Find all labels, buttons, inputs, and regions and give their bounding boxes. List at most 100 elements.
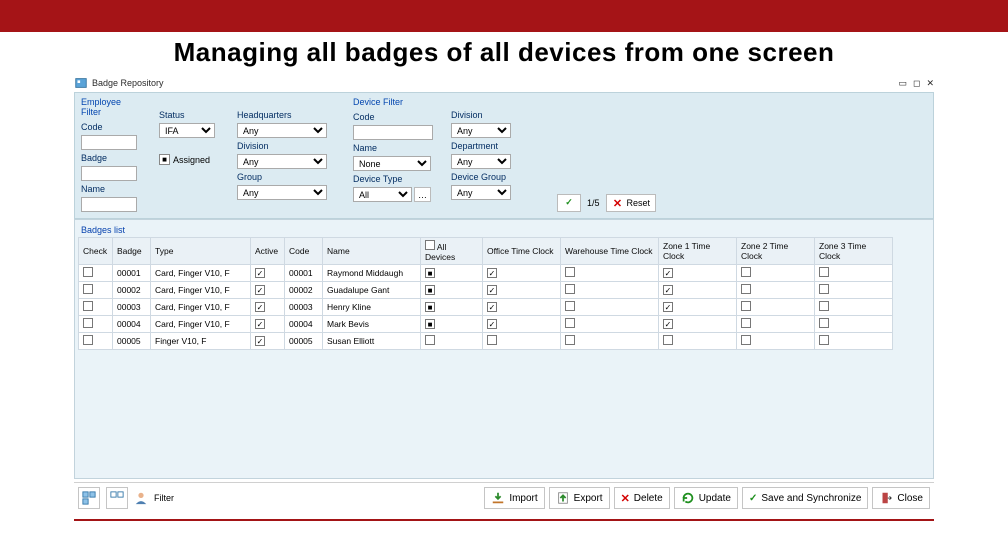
dev-div-select[interactable]: Any — [451, 123, 511, 138]
table-row[interactable]: 00004Card, Finger V10, F00004Mark Bevis■ — [79, 316, 893, 333]
col-all-devices[interactable]: All Devices — [421, 238, 483, 265]
slide-title: Managing all badges of all devices from … — [0, 37, 1008, 68]
cell-checkbox[interactable] — [663, 268, 673, 278]
cell-checkbox[interactable] — [487, 319, 497, 329]
table-row[interactable]: 00002Card, Finger V10, F00002Guadalupe G… — [79, 282, 893, 299]
col-check[interactable]: Check — [79, 238, 113, 265]
cell-checkbox[interactable] — [487, 335, 497, 345]
import-button[interactable]: Import — [484, 487, 544, 509]
cell-checkbox[interactable] — [819, 267, 829, 277]
cell-checkbox[interactable] — [255, 336, 265, 346]
all-dev-rowbox[interactable] — [425, 335, 435, 345]
cell-checkbox[interactable] — [255, 302, 265, 312]
cell-checkbox[interactable] — [83, 284, 93, 294]
all-dev-rowbox[interactable]: ■ — [425, 285, 435, 295]
reset-button[interactable]: ✕Reset — [606, 194, 657, 212]
col-d4[interactable]: Zone 2 Time Clock — [737, 238, 815, 265]
col-d1[interactable]: Office Time Clock — [483, 238, 561, 265]
cell-checkbox[interactable] — [83, 301, 93, 311]
cell-checkbox[interactable] — [565, 267, 575, 277]
filter-counter: 1/5 — [587, 198, 600, 208]
col-code[interactable]: Code — [285, 238, 323, 265]
table-row[interactable]: 00001Card, Finger V10, F00001Raymond Mid… — [79, 265, 893, 282]
col-type[interactable]: Type — [151, 238, 251, 265]
department-select[interactable]: Any — [451, 154, 511, 169]
cell-checkbox[interactable] — [255, 268, 265, 278]
col-name[interactable]: Name — [323, 238, 421, 265]
badges-list-label: Badges list — [78, 223, 930, 237]
code-label: Code — [81, 122, 139, 132]
device-code-input[interactable] — [353, 125, 433, 140]
assigned-checkbox[interactable]: ■ — [159, 154, 170, 165]
cell-checkbox[interactable] — [663, 285, 673, 295]
cell-checkbox[interactable] — [565, 335, 575, 345]
device-group-select[interactable]: Any — [451, 185, 511, 200]
x-icon: ✕ — [612, 197, 624, 209]
cell-checkbox[interactable] — [83, 318, 93, 328]
code-input[interactable] — [81, 135, 137, 150]
headquarters-select[interactable]: Any — [237, 123, 327, 138]
close-icon[interactable]: ✕ — [926, 78, 934, 89]
save-icon: ✓ — [749, 493, 757, 504]
cell-checkbox[interactable] — [819, 301, 829, 311]
cell-checkbox[interactable] — [565, 301, 575, 311]
save-sync-button[interactable]: ✓Save and Synchronize — [742, 487, 868, 509]
minimize-icon[interactable]: ▭ — [898, 78, 907, 89]
cell-checkbox[interactable] — [487, 302, 497, 312]
cell-checkbox[interactable] — [741, 335, 751, 345]
dev-name-select[interactable]: None — [353, 156, 431, 171]
update-button[interactable]: Update — [674, 487, 738, 509]
name-input[interactable] — [81, 197, 137, 212]
all-dev-rowbox[interactable]: ■ — [425, 302, 435, 312]
cell-checkbox[interactable] — [487, 285, 497, 295]
badge-icon — [74, 76, 88, 90]
table-row[interactable]: 00003Card, Finger V10, F00003Henry Kline… — [79, 299, 893, 316]
select-all-button[interactable] — [78, 487, 100, 509]
person-icon — [134, 491, 148, 505]
col-d2[interactable]: Warehouse Time Clock — [561, 238, 659, 265]
col-badge[interactable]: Badge — [113, 238, 151, 265]
cell-checkbox[interactable] — [819, 335, 829, 345]
cell-checkbox[interactable] — [83, 267, 93, 277]
close-button[interactable]: Close — [872, 487, 930, 509]
division-label: Division — [237, 141, 333, 151]
export-button[interactable]: Export — [549, 487, 610, 509]
cell-checkbox[interactable] — [741, 284, 751, 294]
cell-checkbox[interactable] — [83, 335, 93, 345]
cell-checkbox[interactable] — [565, 318, 575, 328]
all-devices-checkbox[interactable] — [425, 240, 435, 250]
cell-checkbox[interactable] — [565, 284, 575, 294]
all-dev-rowbox[interactable]: ■ — [425, 268, 435, 278]
device-type-select[interactable]: All — [353, 187, 412, 202]
col-d3[interactable]: Zone 1 Time Clock — [659, 238, 737, 265]
cell-checkbox[interactable] — [819, 284, 829, 294]
cell-checkbox[interactable] — [741, 318, 751, 328]
division-select[interactable]: Any — [237, 154, 327, 169]
cell-checkbox[interactable] — [741, 267, 751, 277]
cell-checkbox[interactable] — [663, 319, 673, 329]
device-type-more-button[interactable]: … — [414, 187, 431, 202]
all-dev-rowbox[interactable]: ■ — [425, 319, 435, 329]
cell-checkbox[interactable] — [663, 335, 673, 345]
cell-checkbox[interactable] — [663, 302, 673, 312]
status-select[interactable]: IFA — [159, 123, 215, 138]
cell-checkbox[interactable] — [255, 285, 265, 295]
col-active[interactable]: Active — [251, 238, 285, 265]
cell-checkbox[interactable] — [819, 318, 829, 328]
col-d5[interactable]: Zone 3 Time Clock — [815, 238, 893, 265]
cell-checkbox[interactable] — [255, 319, 265, 329]
selectall-icon — [82, 491, 96, 505]
group-select[interactable]: Any — [237, 185, 327, 200]
device-filter-label: Device Filter — [353, 97, 431, 107]
delete-icon: ✕ — [621, 492, 630, 505]
apply-button[interactable]: ✓ — [557, 194, 581, 212]
maximize-icon[interactable]: ◻ — [913, 78, 920, 89]
delete-button[interactable]: ✕Delete — [614, 487, 670, 509]
table-row[interactable]: 00005Finger V10, F00005Susan Elliott — [79, 333, 893, 350]
dev-name-label: Name — [353, 143, 431, 153]
badge-input[interactable] — [81, 166, 137, 181]
badge-label: Badge — [81, 153, 139, 163]
cell-checkbox[interactable] — [487, 268, 497, 278]
deselect-all-button[interactable] — [106, 487, 128, 509]
cell-checkbox[interactable] — [741, 301, 751, 311]
